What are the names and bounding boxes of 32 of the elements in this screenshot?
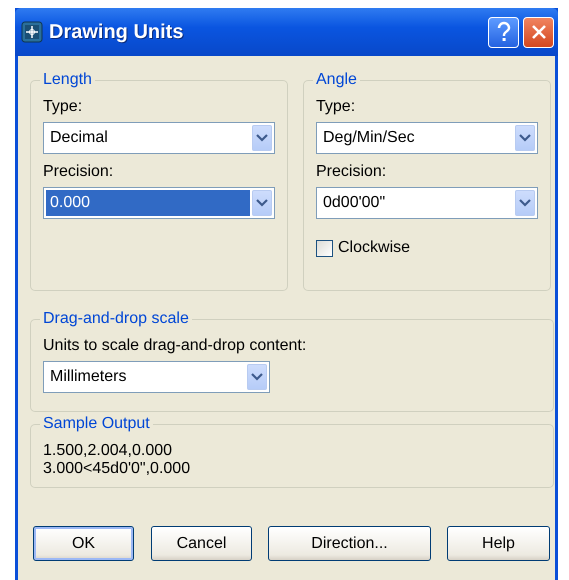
group-title: Length xyxy=(40,71,95,89)
app-icon xyxy=(21,21,43,43)
field-label: Type: xyxy=(316,97,356,117)
field-label: Units to scale drag-and-drop content: xyxy=(43,336,308,356)
window-title: Drawing Units xyxy=(49,20,184,44)
group-title: Drag-and-drop scale xyxy=(40,310,192,328)
close-button[interactable] xyxy=(523,16,554,48)
group-title: Sample Output xyxy=(40,415,153,433)
dropdown[interactable]: 0.000 xyxy=(43,187,275,219)
help-button[interactable] xyxy=(488,16,519,48)
sample-text: 3.000<45d0'0",0.000 xyxy=(43,460,192,478)
dropdown[interactable]: 0d00'00" xyxy=(316,187,538,219)
chevron-down-icon xyxy=(515,190,535,216)
chevron-down-icon xyxy=(247,364,267,390)
sample-text: 1.500,2.004,0.000 xyxy=(43,442,174,460)
dialog-button[interactable]: Help xyxy=(447,526,550,561)
group-title: Angle xyxy=(313,71,360,89)
dialog-button[interactable]: Direction... xyxy=(268,526,431,561)
dropdown[interactable]: Millimeters xyxy=(43,361,270,393)
clockwise-checkbox[interactable]: Clockwise xyxy=(316,239,538,257)
field-label: Precision: xyxy=(43,162,114,182)
chevron-down-icon xyxy=(252,190,272,216)
chevron-down-icon xyxy=(515,125,535,151)
close-icon xyxy=(530,23,548,41)
dialog-button[interactable]: OK xyxy=(33,526,134,561)
dropdown[interactable]: Deg/Min/Sec xyxy=(316,122,538,154)
question-mark-icon xyxy=(496,21,512,43)
chevron-down-icon xyxy=(252,125,272,151)
dialog-button[interactable]: Cancel xyxy=(151,526,252,561)
field-label: Precision: xyxy=(316,162,388,182)
field-label: Type: xyxy=(43,97,84,117)
dropdown[interactable]: Decimal xyxy=(43,122,275,154)
